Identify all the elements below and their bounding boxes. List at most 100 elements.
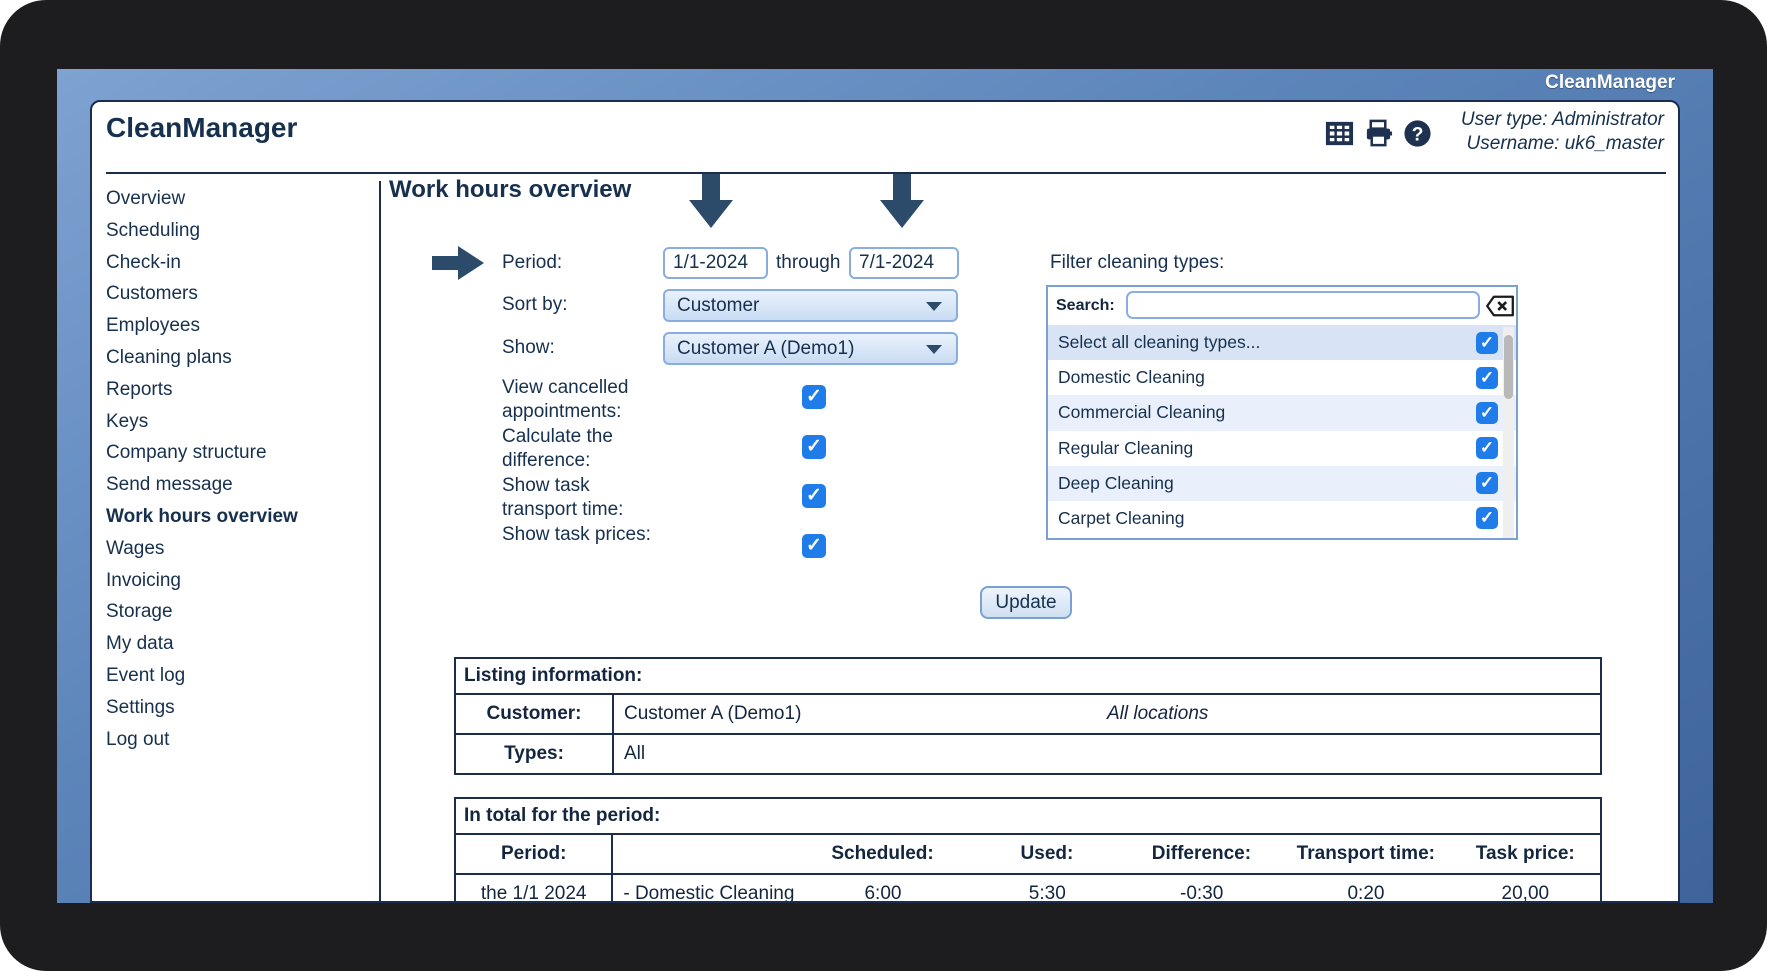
listing-customer-value: Customer A (Demo1) <box>624 703 802 724</box>
print-icon[interactable] <box>1363 118 1394 149</box>
username-text: Username: uk6_master <box>1466 132 1664 154</box>
sidebar-item-cleaning-plans[interactable]: Cleaning plans <box>106 342 366 374</box>
sidebar-item-overview[interactable]: Overview <box>106 183 366 215</box>
sidebar-item-company-structure[interactable]: Company structure <box>106 437 366 469</box>
deep-cleaning-checkbox[interactable] <box>1476 472 1498 495</box>
sidebar-item-log-out[interactable]: Log out <box>106 724 366 756</box>
filter-row-label: Commercial Cleaning <box>1058 402 1226 423</box>
filter-scrollbar[interactable] <box>1503 327 1514 538</box>
filter-row-carpet[interactable]: Carpet Cleaning <box>1048 500 1516 536</box>
show-value: Customer A (Demo1) <box>677 338 855 359</box>
sort-by-value: Customer <box>677 295 760 316</box>
commercial-cleaning-checkbox[interactable] <box>1476 401 1498 424</box>
totals-header-difference: Difference: <box>1151 843 1252 864</box>
totals-header-spacer <box>613 835 792 873</box>
window-title: CleanManager <box>1545 72 1675 93</box>
filter-panel: Search: Select all cleaning types... Dom <box>1046 285 1518 540</box>
chevron-down-icon <box>926 302 942 311</box>
annotation-arrow-down-icon <box>689 174 733 228</box>
filter-row-deep[interactable]: Deep Cleaning <box>1048 465 1516 501</box>
totals-row-used: 5:30 <box>1028 883 1066 903</box>
task-prices-checkbox[interactable] <box>802 534 826 558</box>
filter-row-label: Deep Cleaning <box>1058 472 1174 493</box>
period-label: Period: <box>502 252 563 273</box>
totals-header-transport: Transport time: <box>1296 843 1435 864</box>
chevron-down-icon <box>926 345 942 354</box>
sidebar-item-send-message[interactable]: Send message <box>106 469 366 501</box>
listing-all-locations-note: All locations <box>1107 703 1209 724</box>
sidebar-item-work-hours-overview[interactable]: Work hours overview <box>106 501 366 533</box>
sidebar-item-customers[interactable]: Customers <box>106 278 366 310</box>
period-to-input[interactable] <box>849 247 959 279</box>
clear-search-icon[interactable] <box>1485 294 1515 318</box>
period-from-input[interactable] <box>663 247 768 279</box>
totals-row-type: - Domestic Cleaning <box>623 883 795 903</box>
totals-row-scheduled: 6:00 <box>864 883 902 903</box>
table-row: Types: All <box>456 733 1600 773</box>
search-input[interactable] <box>1126 291 1480 319</box>
sidebar-nav: Overview Scheduling Check-in Customers E… <box>106 183 366 755</box>
regular-cleaning-checkbox[interactable] <box>1476 437 1498 459</box>
sidebar-item-event-log[interactable]: Event log <box>106 660 366 692</box>
screenshot-stage: CleanManager CleanManager ? User type: A… <box>0 0 1767 971</box>
totals-header-task-price: Task price: <box>1475 843 1575 864</box>
totals-header-row: Period: Scheduled: Used: Difference: Tra… <box>456 835 1600 873</box>
app-logo-title: CleanManager <box>106 112 298 143</box>
totals-row-period: the 1/1 2024 <box>456 875 614 901</box>
view-cancelled-label: View cancelled appointments: <box>502 377 629 422</box>
update-button[interactable]: Update <box>980 586 1072 619</box>
totals-row-task-price: 20,00 <box>1501 883 1550 903</box>
totals-row-difference: -0:30 <box>1180 883 1224 903</box>
listing-customer-label: Customer: <box>456 695 614 733</box>
filter-row-select-all[interactable]: Select all cleaning types... <box>1048 325 1516 361</box>
page-title: Work hours overview <box>389 176 632 203</box>
sidebar-item-wages[interactable]: Wages <box>106 533 366 565</box>
sidebar-item-check-in[interactable]: Check-in <box>106 247 366 279</box>
totals-data-row: the 1/1 2024 - Domestic Cleaning 6:00 5:… <box>456 873 1600 903</box>
search-label: Search: <box>1056 297 1115 314</box>
annotation-arrow-down-icon <box>880 174 924 228</box>
calculate-difference-label: Calculate the difference: <box>502 426 613 471</box>
table-row: Customer: Customer A (Demo1) All locatio… <box>456 695 1600 733</box>
filter-title: Filter cleaning types: <box>1050 252 1225 273</box>
show-select[interactable]: Customer A (Demo1) <box>663 332 958 365</box>
sidebar-item-storage[interactable]: Storage <box>106 596 366 628</box>
sidebar-item-scheduling[interactable]: Scheduling <box>106 215 366 247</box>
filter-row-label: Regular Cleaning <box>1058 437 1194 458</box>
sidebar-item-settings[interactable]: Settings <box>106 692 366 724</box>
sidebar-item-employees[interactable]: Employees <box>106 310 366 342</box>
filter-row-regular[interactable]: Regular Cleaning <box>1048 430 1516 466</box>
filter-search-row: Search: <box>1048 287 1516 327</box>
view-cancelled-checkbox[interactable] <box>802 385 826 409</box>
user-type-text: User type: Administrator <box>1460 109 1664 130</box>
show-label: Show: <box>502 337 555 358</box>
cleaning-type-list: Select all cleaning types... Domestic Cl… <box>1048 325 1516 536</box>
sidebar-item-keys[interactable]: Keys <box>106 406 366 438</box>
filter-row-domestic[interactable]: Domestic Cleaning <box>1048 360 1516 396</box>
transport-time-checkbox[interactable] <box>802 484 826 508</box>
listing-types-value: All <box>624 743 646 764</box>
totals-table: In total for the period: Period: Schedul… <box>454 797 1602 903</box>
sidebar-item-reports[interactable]: Reports <box>106 374 366 406</box>
listing-types-cell: All <box>614 735 1600 773</box>
table-icon[interactable] <box>1324 118 1355 149</box>
listing-table-title: Listing information: <box>456 659 1600 695</box>
listing-information-table: Listing information: Customer: Customer … <box>454 657 1602 775</box>
sort-by-select[interactable]: Customer <box>663 289 958 322</box>
totals-header-scheduled: Scheduled: <box>831 843 934 864</box>
transport-time-label: Show task transport time: <box>502 475 624 520</box>
sidebar-item-invoicing[interactable]: Invoicing <box>106 565 366 597</box>
calculate-difference-checkbox[interactable] <box>802 435 826 459</box>
filter-scrollbar-thumb[interactable] <box>1504 335 1513 399</box>
totals-table-title: In total for the period: <box>456 799 1600 835</box>
totals-row-transport: 0:20 <box>1347 883 1385 903</box>
carpet-cleaning-checkbox[interactable] <box>1476 507 1498 530</box>
domestic-cleaning-checkbox[interactable] <box>1476 366 1498 389</box>
select-all-checkbox[interactable] <box>1476 331 1498 354</box>
help-icon[interactable]: ? <box>1402 118 1433 149</box>
through-label: through <box>776 252 841 273</box>
filter-row-commercial[interactable]: Commercial Cleaning <box>1048 395 1516 431</box>
svg-text:?: ? <box>1412 123 1424 145</box>
annotation-arrow-right-icon <box>432 246 484 280</box>
sidebar-item-my-data[interactable]: My data <box>106 628 366 660</box>
